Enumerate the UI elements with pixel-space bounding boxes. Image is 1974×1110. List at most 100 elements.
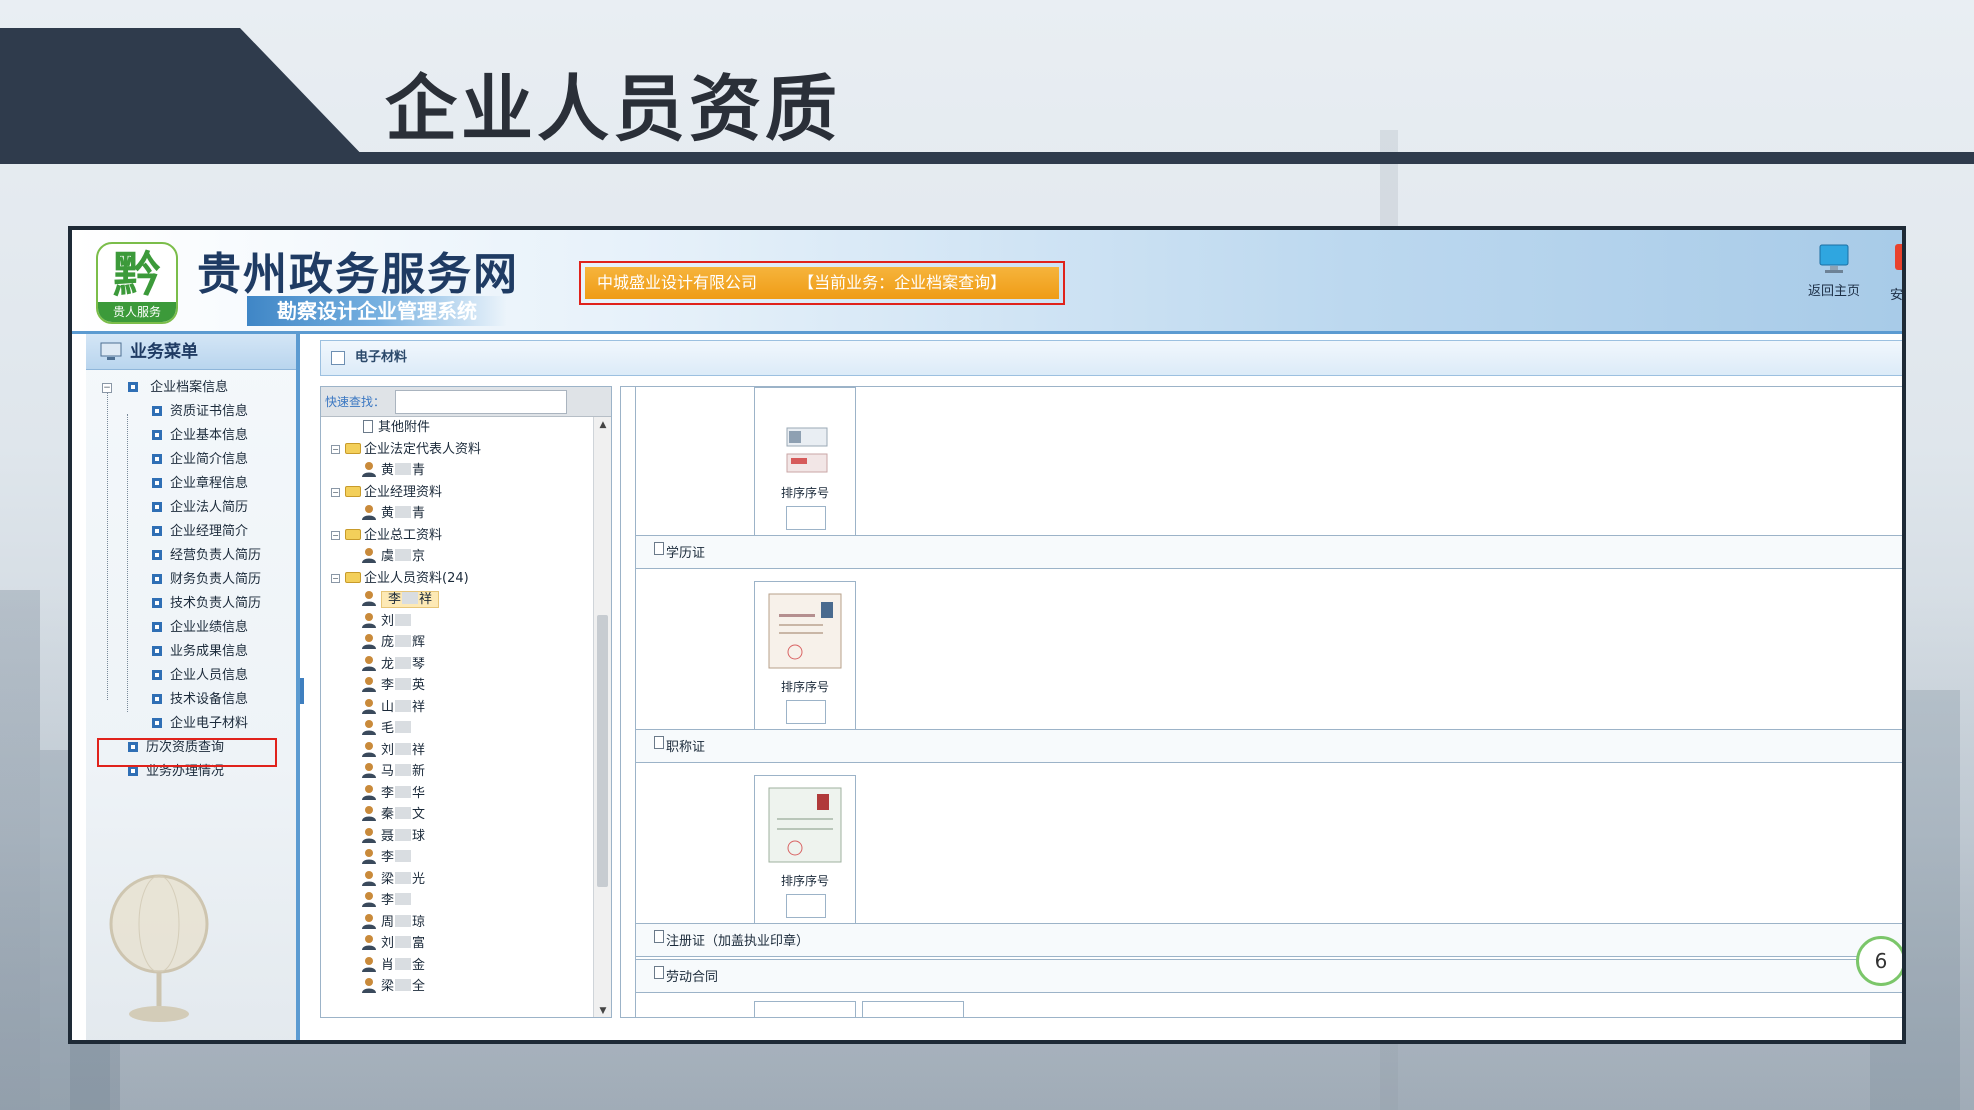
page-title: 企业人员资质 bbox=[385, 67, 842, 151]
tree-person[interactable]: 李 bbox=[321, 890, 593, 912]
menu-item[interactable]: 企业经理简介 bbox=[86, 520, 296, 544]
tree-person[interactable]: 虞京 bbox=[321, 546, 593, 568]
redaction bbox=[395, 979, 412, 991]
person-name: 梁全 bbox=[381, 979, 426, 994]
title-banner bbox=[0, 28, 370, 163]
tree-person[interactable]: 庞辉 bbox=[321, 632, 593, 654]
collapse-icon[interactable]: − bbox=[331, 573, 340, 583]
node-icon bbox=[152, 694, 162, 704]
person-icon bbox=[362, 612, 376, 628]
tree-person[interactable]: 李英 bbox=[321, 675, 593, 697]
document-thumbnail[interactable]: 排序序号 bbox=[754, 581, 856, 731]
menu-item[interactable]: 技术设备信息 bbox=[86, 688, 296, 712]
computer-icon bbox=[100, 342, 122, 360]
node-icon bbox=[152, 526, 162, 536]
menu-item[interactable]: 业务成果信息 bbox=[86, 640, 296, 664]
collapse-icon[interactable]: − bbox=[102, 383, 112, 393]
menu-item[interactable]: 企业章程信息 bbox=[86, 472, 296, 496]
scroll-up-icon[interactable]: ▲ bbox=[594, 417, 611, 433]
section-diploma: 学历证 bbox=[636, 535, 1902, 569]
logo-glyph: 黔 bbox=[112, 247, 161, 303]
person-name: 龙琴 bbox=[381, 656, 426, 672]
tree-person[interactable]: 刘富 bbox=[321, 933, 593, 955]
tree-person[interactable]: 周琼 bbox=[321, 912, 593, 934]
tree-person[interactable]: 龙琴 bbox=[321, 654, 593, 676]
person-icon bbox=[362, 849, 376, 864]
node-icon bbox=[152, 430, 162, 440]
redaction bbox=[395, 871, 412, 884]
person-name: 黄青 bbox=[381, 506, 426, 521]
sort-order-input[interactable] bbox=[786, 700, 826, 724]
menu-item[interactable]: 企业人员信息 bbox=[86, 664, 296, 688]
system-name: 勘察设计企业管理系统 bbox=[247, 296, 507, 326]
tree-folder[interactable]: − 企业经理资料 bbox=[321, 482, 593, 504]
redaction bbox=[395, 893, 412, 905]
menu-item[interactable]: 财务负责人简历 bbox=[86, 568, 296, 592]
current-business-box: 中城盛业设计有限公司 【当前业务：企业档案查询】 bbox=[579, 261, 1065, 305]
tree-person[interactable]: 马新 bbox=[321, 761, 593, 783]
section-title-cert: 职称证 bbox=[636, 729, 1902, 763]
menu-item[interactable]: 企业简介信息 bbox=[86, 448, 296, 472]
tree-person[interactable]: 山祥 bbox=[321, 697, 593, 719]
node-icon bbox=[152, 502, 162, 512]
document-thumbnail[interactable] bbox=[754, 1001, 856, 1017]
floating-badge[interactable]: 6 bbox=[1856, 936, 1902, 986]
person-icon bbox=[362, 913, 376, 929]
monitor-icon bbox=[1819, 244, 1849, 273]
quick-search: 快速查找： bbox=[321, 387, 611, 417]
tree-person[interactable]: 梁全 bbox=[321, 976, 593, 998]
redaction bbox=[395, 764, 412, 776]
person-name: 梁光 bbox=[381, 871, 426, 887]
tree-person[interactable]: 李 bbox=[321, 847, 593, 869]
tree-folder[interactable]: − 企业法定代表人资料 bbox=[321, 439, 593, 461]
tree-person[interactable]: 李华 bbox=[321, 783, 593, 805]
title-underline bbox=[0, 152, 1974, 164]
document-thumbnail[interactable]: 排序序号 bbox=[754, 387, 856, 537]
menu-item[interactable]: 资质证书信息 bbox=[86, 400, 296, 424]
folder-icon bbox=[345, 485, 361, 497]
menu-item[interactable]: 企业法人简历 bbox=[86, 496, 296, 520]
collapse-icon[interactable]: − bbox=[331, 487, 340, 497]
person-name: 刘 bbox=[381, 613, 412, 629]
redaction bbox=[395, 828, 412, 841]
tree-person[interactable]: 黄青 bbox=[321, 503, 593, 525]
sort-order-input[interactable] bbox=[786, 894, 826, 918]
document-thumbnail[interactable] bbox=[862, 1001, 964, 1017]
tree-person[interactable]: 梁光 bbox=[321, 869, 593, 891]
tree-scrollbar[interactable]: ▲ ▼ bbox=[593, 417, 611, 1017]
home-button[interactable]: 返回主页 bbox=[1800, 242, 1868, 299]
diploma-image bbox=[768, 593, 842, 669]
id-card-image bbox=[786, 427, 828, 473]
menu-item-electronic-materials[interactable]: 企业电子材料 bbox=[86, 712, 296, 736]
scroll-thumb[interactable] bbox=[597, 615, 608, 887]
tree-folder[interactable]: − 企业总工资料 bbox=[321, 525, 593, 547]
material-tree-panel: 快速查找： 其他附件 − 企业法定代表人资料黄青 − 企业经理资料黄青 − 企业总工资料虞京… bbox=[320, 386, 612, 1018]
tree-person[interactable]: 刘祥 bbox=[321, 740, 593, 762]
tree-person[interactable]: 李祥 bbox=[321, 589, 593, 611]
scroll-down-icon[interactable]: ▼ bbox=[594, 1003, 611, 1017]
collapse-icon[interactable]: − bbox=[331, 444, 340, 454]
tree-person[interactable]: 秦文 bbox=[321, 804, 593, 826]
collapse-icon[interactable]: − bbox=[331, 530, 340, 540]
tree-file[interactable]: 其他附件 bbox=[321, 417, 593, 439]
tree-person[interactable]: 肖金 bbox=[321, 955, 593, 977]
node-icon bbox=[152, 406, 162, 416]
tree-person[interactable]: 聂球 bbox=[321, 826, 593, 848]
menu-item[interactable]: 经营负责人简历 bbox=[86, 544, 296, 568]
tree-person[interactable]: 黄青 bbox=[321, 460, 593, 482]
document-thumbnail[interactable]: 排序序号 bbox=[754, 775, 856, 925]
person-icon bbox=[362, 720, 376, 735]
menu-item[interactable]: 企业业绩信息 bbox=[86, 616, 296, 640]
menu-root[interactable]: − 企业档案信息 bbox=[86, 376, 296, 400]
tree-person[interactable]: 毛 bbox=[321, 718, 593, 740]
person-name: 李 bbox=[381, 893, 412, 908]
tree-folder[interactable]: − 企业人员资料(24) bbox=[321, 568, 593, 590]
exit-icon[interactable] bbox=[1895, 244, 1902, 270]
tree-person[interactable]: 刘 bbox=[321, 611, 593, 633]
node-icon bbox=[152, 598, 162, 608]
menu-item[interactable]: 企业基本信息 bbox=[86, 424, 296, 448]
redaction bbox=[395, 506, 412, 518]
quick-search-input[interactable] bbox=[395, 390, 567, 414]
sort-order-input[interactable] bbox=[786, 506, 826, 530]
menu-item[interactable]: 技术负责人简历 bbox=[86, 592, 296, 616]
